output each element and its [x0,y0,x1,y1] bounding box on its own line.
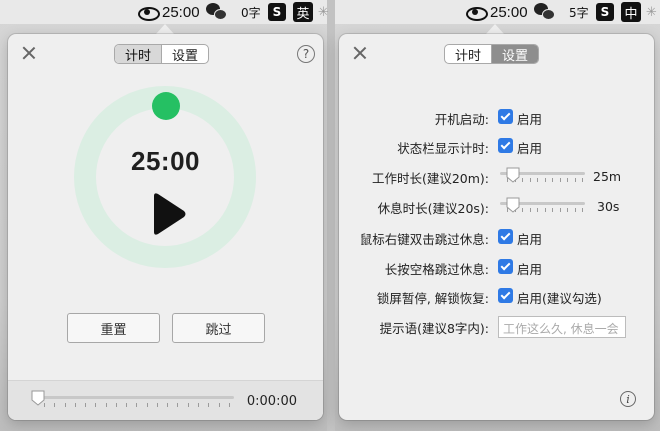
autostart-checkbox[interactable] [498,109,513,124]
menubar-right: 25:00 5字 S 中 ✳ [335,0,660,24]
char-count: 0字 [241,5,261,20]
checkbox-label[interactable]: 启用 [517,259,542,278]
setting-label: 锁屏暂停, 解锁恢复: [376,291,489,306]
popover-arrow [486,24,504,34]
menubar-timer[interactable]: 25:00 [465,0,528,24]
setting-work-duration: 工作时长(建议20m): 25m [339,166,654,186]
checkbox-label[interactable]: 启用 [517,109,542,128]
asterisk-icon: ✳ [318,4,329,20]
timer-footer: 0:00:00 [8,380,323,420]
checkbox-label[interactable]: 启用 [517,229,542,248]
menubar-timer-text: 25:00 [490,3,528,21]
setting-space-skip: 长按空格跳过休息: 启用 [339,257,654,277]
menubar-timer[interactable]: 25:00 [137,0,200,24]
elapsed-time: 0:00:00 [246,394,297,409]
space-skip-checkbox[interactable] [498,259,513,274]
setting-label: 鼠标右键双击跳过休息: [359,232,489,247]
setting-autostart: 开机启动: 启用 [339,107,654,127]
close-icon[interactable] [22,46,36,60]
setting-label: 长按空格跳过休息: [384,262,489,277]
tab-switcher: 计时 设置 [444,44,540,64]
setting-label: 状态栏显示计时: [397,141,489,156]
ime-indicator[interactable]: 中 [621,0,641,24]
setting-tip-text: 提示语(建议8字内): 工作这么久, 休息一会 [339,316,654,338]
eye-icon [465,5,488,21]
tab-settings[interactable]: 设置 [492,45,539,63]
setting-label: 提示语(建议8字内): [379,321,489,336]
setting-rightclick-skip: 鼠标右键双击跳过休息: 启用 [339,227,654,247]
wechat-icon[interactable] [534,0,556,24]
play-icon [154,193,186,235]
rightclick-skip-checkbox[interactable] [498,229,513,244]
lock-pause-checkbox[interactable] [498,288,513,303]
progress-ring-handle[interactable] [152,92,180,120]
elapsed-slider-ticks [44,403,230,408]
tab-timer[interactable]: 计时 [445,45,491,64]
setting-label: 工作时长(建议20m): [371,171,489,186]
screenshot-divider [327,0,335,431]
setting-rest-duration: 休息时长(建议20s): 30s [339,196,654,216]
tab-settings[interactable]: 设置 [162,45,208,64]
setting-lock-pause: 锁屏暂停, 解锁恢复: 启用(建议勾选) [339,286,654,306]
rest-duration-value: 30s [597,199,620,214]
tab-timer[interactable]: 计时 [115,45,162,63]
checkbox-label[interactable]: 启用(建议勾选) [517,288,602,307]
work-duration-value: 25m [593,169,622,184]
elapsed-slider-track[interactable] [36,396,234,399]
sogou-icon[interactable]: S [596,0,614,24]
settings-panel: 计时 设置 开机启动: 启用 状态栏显示计时: 启用 工作时长(建议20m): … [339,34,654,420]
close-icon[interactable] [353,46,367,60]
timer-panel: 计时 设置 ? 25:00 重置 跳过 0:00:00 [8,34,323,420]
setting-statusbar: 状态栏显示计时: 启用 [339,136,654,156]
elapsed-slider-thumb[interactable] [31,390,45,406]
setting-label: 休息时长(建议20s): [377,201,489,216]
menubar-timer-text: 25:00 [162,3,200,21]
wechat-icon[interactable] [206,0,228,24]
checkbox-label[interactable]: 启用 [517,138,542,157]
countdown-display: 25:00 [131,146,200,176]
sogou-icon[interactable]: S [268,0,286,24]
play-button[interactable] [150,192,188,236]
setting-label: 开机启动: [434,112,489,127]
statusbar-checkbox[interactable] [498,138,513,153]
reset-button[interactable]: 重置 [67,313,160,343]
ime-indicator[interactable]: 英 [293,0,313,24]
work-slider-thumb[interactable] [506,167,520,183]
menubar-left: 25:00 0字 S 英 ✳ [0,0,329,24]
tip-text-input[interactable]: 工作这么久, 休息一会 [498,316,626,338]
char-count: 5字 [569,5,589,20]
tab-switcher: 计时 设置 [114,44,210,64]
asterisk-icon: ✳ [646,4,657,20]
skip-button[interactable]: 跳过 [172,313,265,343]
rest-slider-thumb[interactable] [506,197,520,213]
eye-icon [137,5,160,21]
info-icon[interactable]: i [620,391,636,407]
help-icon[interactable]: ? [297,45,315,63]
popover-arrow [156,24,174,34]
